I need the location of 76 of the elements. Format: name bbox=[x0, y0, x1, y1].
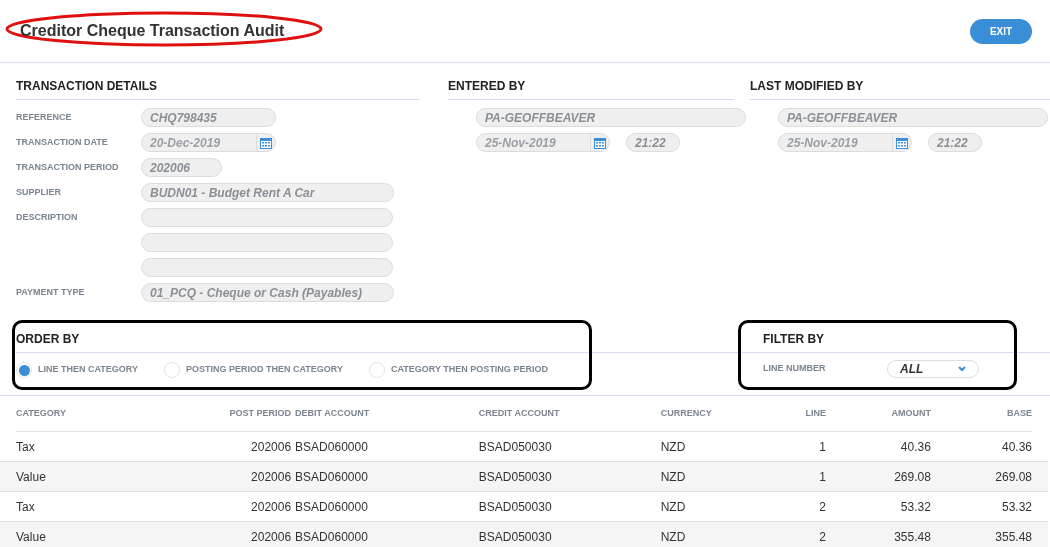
table-cell-text: 202006 bbox=[250, 438, 293, 456]
field-label: DESCRIPTION bbox=[16, 211, 79, 224]
column-header: POST PERIOD bbox=[228, 406, 293, 420]
description-field[interactable] bbox=[141, 258, 393, 277]
table-cell-text: 269.08 bbox=[893, 468, 931, 486]
user-field[interactable]: PA-GEOFFBEAVER bbox=[476, 108, 746, 127]
user-field[interactable]: PA-GEOFFBEAVER bbox=[778, 108, 1048, 127]
time-field[interactable]: 21:22 bbox=[928, 133, 982, 152]
table-cell-text: BSAD050030 bbox=[478, 438, 553, 456]
table-cell-text: Tax bbox=[16, 498, 36, 516]
column-header: AMOUNT bbox=[890, 406, 931, 420]
table-cell-text: 202006 bbox=[250, 528, 293, 546]
table-cell-text: 355.48 bbox=[994, 528, 1032, 546]
table-cell-text: BSAD060000 bbox=[295, 468, 369, 486]
table-cell-text: 355.48 bbox=[893, 528, 931, 546]
table-cell-text: BSAD050030 bbox=[478, 528, 553, 546]
text-field[interactable]: BUDN01 - Budget Rent A Car bbox=[141, 183, 394, 202]
section-heading: ENTERED BY bbox=[448, 79, 526, 93]
field-label: SUPPLIER bbox=[16, 186, 62, 199]
section-heading: TRANSACTION DETAILS bbox=[16, 79, 158, 93]
radio-option[interactable]: CATEGORY THEN POSTING PERIOD bbox=[369, 362, 548, 378]
text-field[interactable]: 202006 bbox=[141, 158, 222, 177]
column-header: LINE bbox=[804, 406, 826, 420]
table-cell-text: BSAD050030 bbox=[478, 468, 553, 486]
table-cell-text: 53.32 bbox=[1000, 498, 1032, 516]
calendar-icon[interactable] bbox=[260, 136, 272, 149]
date-field[interactable]: 25-Nov-2019 bbox=[476, 133, 610, 152]
description-field[interactable] bbox=[141, 233, 393, 252]
table-cell-text: NZD bbox=[660, 438, 687, 456]
table-cell-text: BSAD060000 bbox=[295, 528, 369, 546]
table-cell-text: 202006 bbox=[250, 498, 293, 516]
table-cell-text: BSAD060000 bbox=[295, 438, 369, 456]
table-cell-text: NZD bbox=[660, 528, 687, 546]
field-label: PAYMENT TYPE bbox=[16, 286, 86, 299]
table-cell-text: NZD bbox=[660, 468, 687, 486]
column-header: BASE bbox=[1006, 406, 1032, 420]
section-heading: LAST MODIFIED BY bbox=[750, 79, 864, 93]
date-field[interactable]: 20-Dec-2019 bbox=[141, 133, 276, 152]
section-heading: FILTER BY bbox=[763, 332, 825, 346]
table-cell-text: Tax bbox=[16, 438, 36, 456]
column-header: CATEGORY bbox=[16, 406, 67, 420]
table-cell-text: 202006 bbox=[250, 468, 293, 486]
field-label: TRANSACTION PERIOD bbox=[16, 161, 120, 174]
table-cell-text: NZD bbox=[660, 498, 687, 516]
table-cell-text: BSAD060000 bbox=[295, 498, 369, 516]
table-cell-text: 269.08 bbox=[994, 468, 1032, 486]
table-cell-text: 2 bbox=[818, 498, 826, 516]
table-cell-text: 40.36 bbox=[899, 438, 931, 456]
column-header: CREDIT ACCOUNT bbox=[478, 406, 561, 420]
radio-button[interactable] bbox=[369, 362, 386, 378]
radio-option[interactable]: LINE THEN CATEGORY bbox=[16, 362, 138, 378]
time-field[interactable]: 21:22 bbox=[626, 133, 680, 152]
calendar-icon[interactable] bbox=[594, 136, 606, 149]
radio-option[interactable]: POSTING PERIOD THEN CATEGORY bbox=[164, 362, 344, 378]
table-cell-text: 2 bbox=[818, 528, 826, 546]
section-heading: ORDER BY bbox=[16, 332, 80, 346]
table-cell-text: 53.32 bbox=[899, 498, 931, 516]
table-cell-text: Value bbox=[16, 468, 47, 486]
field-label: LINE NUMBER bbox=[763, 362, 827, 376]
page-title: Creditor Cheque Transaction Audit bbox=[19, 22, 285, 39]
text-field[interactable]: CHQ798435 bbox=[141, 108, 276, 127]
table-cell-text: 40.36 bbox=[1000, 438, 1032, 456]
table-cell-text: Value bbox=[16, 528, 47, 546]
description-field[interactable] bbox=[141, 208, 393, 227]
date-field[interactable]: 25-Nov-2019 bbox=[778, 133, 912, 152]
table-cell-text: 1 bbox=[818, 438, 826, 456]
chevron-down-icon bbox=[958, 366, 966, 372]
exit-button[interactable]: EXIT bbox=[970, 18, 1032, 44]
table-cell-text: 1 bbox=[818, 468, 826, 486]
field-label: REFERENCE bbox=[16, 111, 73, 124]
column-header: CURRENCY bbox=[660, 406, 713, 420]
field-label: TRANSACTION DATE bbox=[16, 136, 109, 149]
table-cell-text: BSAD050030 bbox=[478, 498, 553, 516]
text-field[interactable]: 01_PCQ - Cheque or Cash (Payables) bbox=[141, 283, 394, 302]
column-header: DEBIT ACCOUNT bbox=[295, 406, 371, 420]
calendar-icon[interactable] bbox=[896, 136, 908, 149]
